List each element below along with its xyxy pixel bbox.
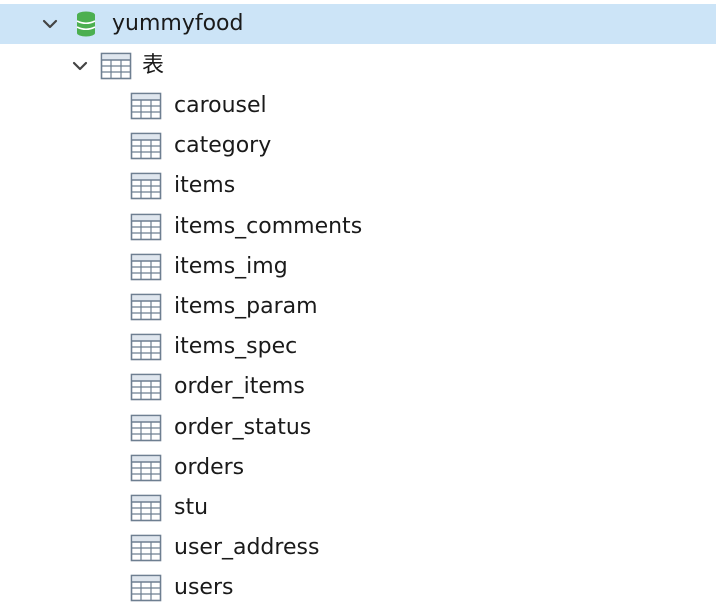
- table-name: stu: [174, 495, 209, 520]
- table-icon: [130, 132, 162, 160]
- chevron-down-icon[interactable]: [40, 14, 60, 34]
- table-name: items_spec: [174, 334, 298, 359]
- table-row-items-img[interactable]: items_img: [0, 247, 722, 287]
- table-name: items_param: [174, 294, 318, 319]
- table-row-order-status[interactable]: order_status: [0, 408, 722, 448]
- table-icon: [130, 213, 162, 241]
- table-row-orders[interactable]: orders: [0, 448, 722, 488]
- table-icon: [130, 454, 162, 482]
- chevron-down-icon[interactable]: [70, 56, 90, 76]
- table-row-carousel[interactable]: carousel: [0, 86, 722, 126]
- table-name: user_address: [174, 535, 320, 560]
- table-row-order-items[interactable]: order_items: [0, 367, 722, 407]
- navigator-tree: yummyfood 表 carousel category items item…: [0, 0, 722, 605]
- tree-node-database[interactable]: yummyfood: [0, 4, 716, 44]
- table-name: order_items: [174, 374, 305, 399]
- table-icon: [130, 373, 162, 401]
- table-icon: [130, 414, 162, 442]
- table-row-users[interactable]: users: [0, 568, 722, 605]
- table-row-items[interactable]: items: [0, 166, 722, 206]
- table-icon: [130, 574, 162, 602]
- table-icon: [130, 534, 162, 562]
- table-row-category[interactable]: category: [0, 126, 722, 166]
- database-icon: [76, 11, 96, 37]
- table-name: carousel: [174, 93, 267, 118]
- table-row-items-comments[interactable]: items_comments: [0, 207, 722, 247]
- table-name: users: [174, 575, 234, 600]
- table-row-items-spec[interactable]: items_spec: [0, 327, 722, 367]
- table-icon: [130, 494, 162, 522]
- table-name: items: [174, 173, 236, 198]
- table-name: items_comments: [174, 214, 363, 239]
- table-icon: [130, 92, 162, 120]
- database-name: yummyfood: [112, 11, 244, 36]
- table-name: order_status: [174, 415, 312, 440]
- table-row-user-address[interactable]: user_address: [0, 528, 722, 568]
- table-row-items-param[interactable]: items_param: [0, 287, 722, 327]
- table-folder-icon: [100, 52, 132, 80]
- tables-folder-label: 表: [142, 53, 165, 78]
- table-row-stu[interactable]: stu: [0, 488, 722, 528]
- table-icon: [130, 172, 162, 200]
- table-name: category: [174, 133, 272, 158]
- table-icon: [130, 333, 162, 361]
- table-name: orders: [174, 455, 245, 480]
- table-name: items_img: [174, 254, 288, 279]
- table-icon: [130, 253, 162, 281]
- table-icon: [130, 293, 162, 321]
- tree-node-tables-folder[interactable]: 表: [0, 46, 722, 86]
